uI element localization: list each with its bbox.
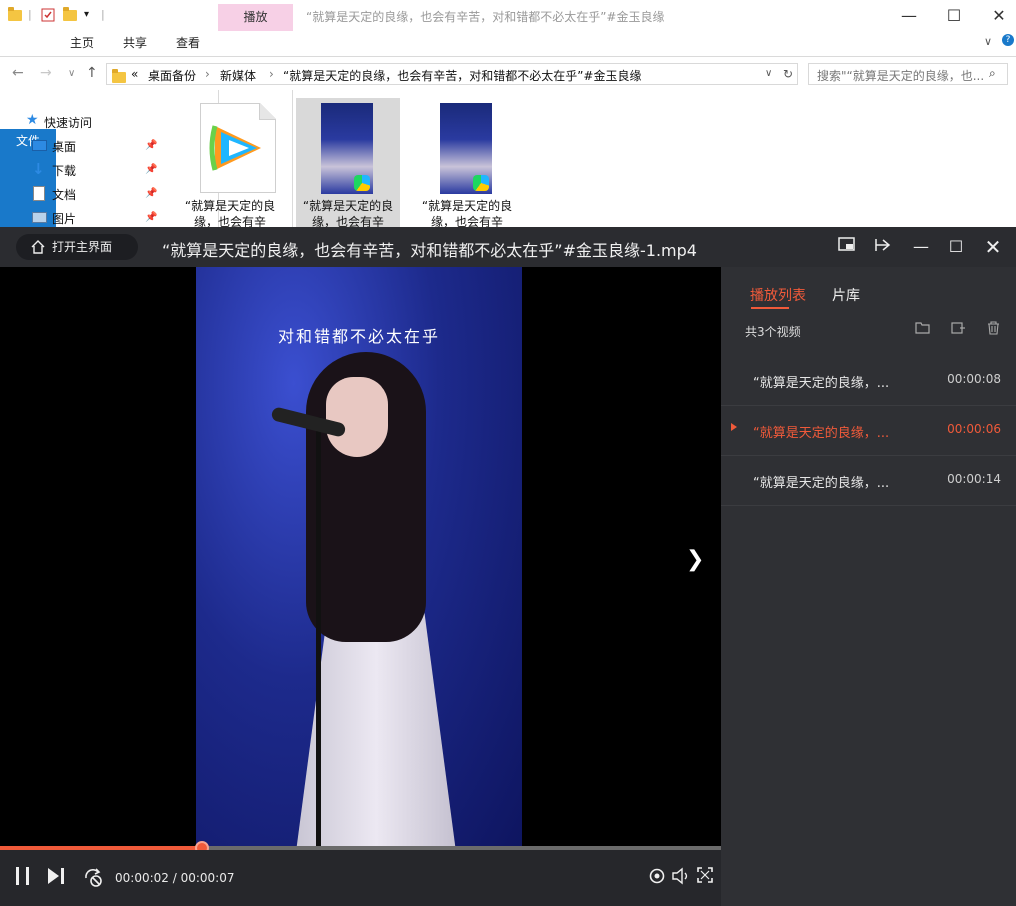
search-icon[interactable]: ⌕ <box>989 66 996 81</box>
tab-home[interactable]: 主页 <box>60 31 104 56</box>
refresh-icon[interactable]: ↻ <box>783 67 793 81</box>
pin-on-top-icon[interactable] <box>872 236 894 258</box>
context-tab-play[interactable]: 播放 <box>218 4 293 31</box>
fullscreen-icon[interactable] <box>696 866 714 890</box>
tab-share[interactable]: 共享 <box>113 31 157 56</box>
playlist-item[interactable]: “就算是天定的良缘，... 00:00:14 <box>721 456 1016 506</box>
volume-icon[interactable] <box>671 866 693 892</box>
home-icon <box>31 240 45 254</box>
video-thumbnail <box>321 103 373 194</box>
active-tab-indicator <box>751 307 789 309</box>
folder-icon[interactable] <box>8 7 24 23</box>
document-icon <box>33 186 45 201</box>
close-icon[interactable]: ✕ <box>976 0 1016 31</box>
tencent-video-logo-icon <box>209 125 261 171</box>
player-controls: 00:00:02 / 00:00:07 <box>0 850 721 906</box>
chevron-right-icon: › <box>269 67 274 81</box>
video-player-window: 打开主界面 “就算是天定的良缘，也会有辛苦，对和错都不必太在乎”#金玉良缘-1.… <box>0 227 1016 906</box>
player-title-bar: 打开主界面 “就算是天定的良缘，也会有辛苦，对和错都不必太在乎”#金玉良缘-1.… <box>0 227 1016 267</box>
search-placeholder: 搜索"“就算是天定的良缘，也... <box>817 69 985 83</box>
desktop-icon <box>32 140 47 151</box>
chevron-right-icon: › <box>205 67 210 81</box>
picture-icon <box>32 212 47 223</box>
star-icon: ★ <box>26 112 39 128</box>
settings-icon[interactable] <box>647 866 667 892</box>
address-dropdown-icon[interactable]: ∨ <box>765 68 772 79</box>
breadcrumb-overflow[interactable]: « <box>131 67 138 81</box>
video-title: “就算是天定的良缘，也会有辛苦，对和错都不必太在乎”#金玉良缘-1.mp4 <box>162 241 697 260</box>
loop-icon[interactable] <box>82 866 106 894</box>
chevron-down-icon[interactable]: ∨ <box>984 35 992 48</box>
tab-view[interactable]: 查看 <box>166 31 210 56</box>
file-name: “就算是天定的良 缘，也会有辛 <box>302 199 394 229</box>
pause-icon[interactable] <box>14 866 32 892</box>
window-title: “就算是天定的良缘，也会有辛苦，对和错都不必太在乎”#金玉良缘 <box>306 10 665 24</box>
mini-mode-icon[interactable] <box>836 236 858 258</box>
playlist-item[interactable]: “就算是天定的良缘，... 00:00:08 <box>721 356 1016 406</box>
file-item[interactable]: “就算是天定的良 缘，也会有辛 <box>296 98 400 229</box>
breadcrumb-current-folder[interactable]: “就算是天定的良缘，也会有辛苦，对和错都不必太在乎”#金玉良缘 <box>283 67 642 84</box>
new-folder-icon[interactable] <box>63 7 79 23</box>
ribbon-tabs: 文件 主页 共享 查看 视频工具 ∨ ? <box>0 31 1016 652</box>
video-frame: 对和错都不必太在乎 <box>196 267 522 848</box>
tab-playlist[interactable]: 播放列表 <box>750 285 806 305</box>
forward-icon[interactable]: → <box>40 65 52 81</box>
open-main-ui-button[interactable]: 打开主界面 <box>16 234 138 260</box>
address-bar[interactable]: « 桌面备份 › 新媒体 › “就算是天定的良缘，也会有辛苦，对和错都不必太在乎… <box>106 63 798 85</box>
minimize-icon[interactable]: — <box>910 236 932 258</box>
up-icon[interactable]: ↑ <box>86 65 98 81</box>
file-name: “就算是天定的良 缘，也会有辛 <box>184 199 276 229</box>
help-icon[interactable]: ? <box>1002 34 1014 46</box>
pin-icon[interactable]: 📌 <box>145 212 157 223</box>
tab-library[interactable]: 片库 <box>832 285 860 305</box>
file-item[interactable]: “就算是天定的良 缘，也会有辛 <box>415 98 519 229</box>
add-to-list-icon[interactable] <box>951 321 966 338</box>
separator: | <box>101 8 105 21</box>
search-input[interactable]: 搜索"“就算是天定的良缘，也... ⌕ <box>808 63 1008 85</box>
address-row: ← → ∨ ↑ « 桌面备份 › 新媒体 › “就算是天定的良缘，也会有辛苦，对… <box>0 58 1016 90</box>
customize-toolbar-icon[interactable]: ▾ <box>84 9 100 25</box>
file-thumbnail <box>200 103 276 193</box>
maximize-icon[interactable]: ☐ <box>945 236 967 258</box>
playlist-sidebar: 播放列表 片库 共3个视频 “就算是天定的良缘，... 00:00:08 “就算… <box>721 267 1016 906</box>
video-count: 共3个视频 <box>745 325 801 339</box>
explorer-title-bar: | ▾ | 播放 “就算是天定的良缘，也会有辛苦，对和错都不必太在乎”#金玉良缘… <box>0 0 1016 31</box>
video-area[interactable]: 对和错都不必太在乎 ❯ <box>0 267 721 848</box>
folder-icon <box>112 69 126 83</box>
pin-icon[interactable]: 📌 <box>145 164 157 175</box>
playlist-item-playing[interactable]: “就算是天定的良缘，... 00:00:06 <box>721 406 1016 456</box>
back-icon[interactable]: ← <box>12 65 24 81</box>
file-item[interactable]: “就算是天定的良 缘，也会有辛 <box>178 98 282 229</box>
maximize-icon[interactable]: ☐ <box>931 0 977 31</box>
minimize-icon[interactable]: — <box>886 0 932 31</box>
playback-time: 00:00:02 / 00:00:07 <box>115 871 235 885</box>
video-caption: 对和错都不必太在乎 <box>277 327 440 346</box>
navigation-pane: ★ 快速访问 桌面 📌 ↓ 下载 📌 文档 📌 图片 📌 <box>26 112 158 226</box>
chevron-right-icon[interactable]: ❯ <box>686 547 704 572</box>
download-icon: ↓ <box>32 160 45 178</box>
breadcrumb-desktop-backup[interactable]: 桌面备份 <box>148 67 196 84</box>
close-icon[interactable]: ✕ <box>982 236 1004 258</box>
open-folder-icon[interactable] <box>915 321 930 338</box>
file-name: “就算是天定的良 缘，也会有辛 <box>421 199 513 229</box>
trash-icon[interactable] <box>987 321 1000 339</box>
properties-icon[interactable] <box>40 7 56 23</box>
video-thumbnail <box>440 103 492 194</box>
pin-icon[interactable]: 📌 <box>145 140 157 151</box>
playing-indicator-icon <box>731 423 737 431</box>
breadcrumb-new-media[interactable]: 新媒体 <box>220 67 256 84</box>
next-track-icon[interactable] <box>46 866 66 892</box>
pin-icon[interactable]: 📌 <box>145 188 157 199</box>
recent-locations-icon[interactable]: ∨ <box>68 68 75 79</box>
